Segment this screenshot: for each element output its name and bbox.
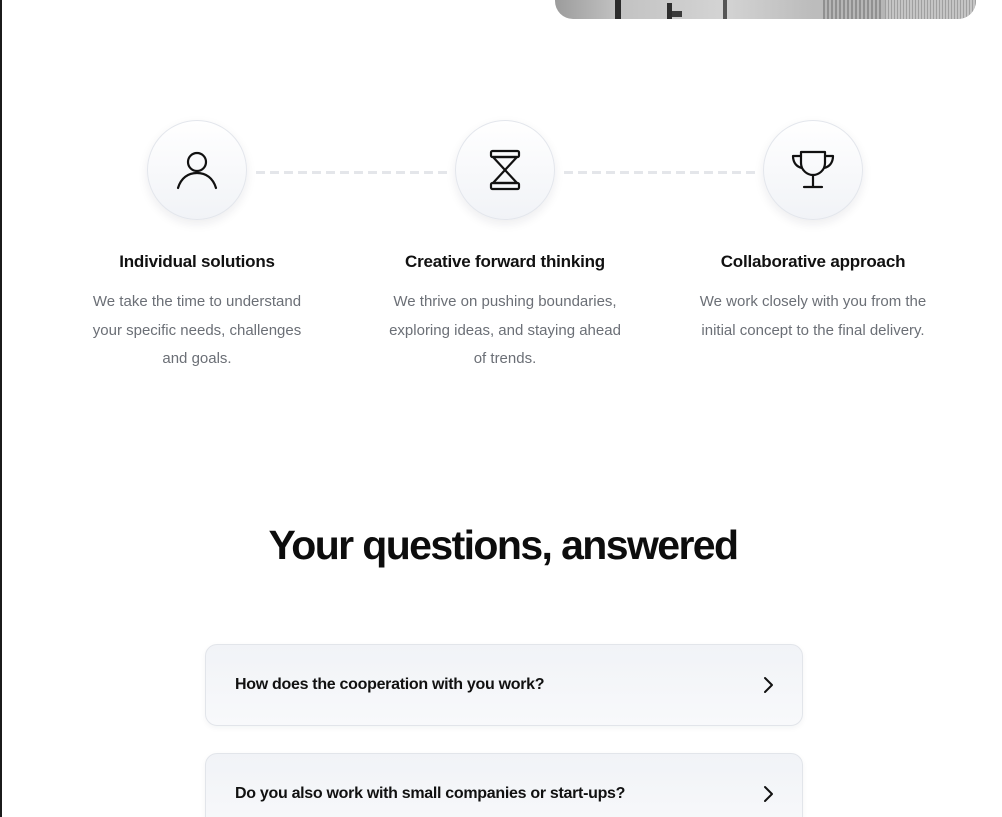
chevron-right-icon [764, 786, 773, 802]
feature-individual-solutions: Individual solutions We take the time to… [47, 120, 347, 374]
feature-description: We work closely with you from the initia… [699, 293, 927, 339]
feature-creative-forward-thinking: Creative forward thinking We thrive on p… [355, 120, 655, 374]
faq-item-small-companies[interactable]: Do you also work with small companies or… [205, 753, 803, 817]
faq-item-cooperation[interactable]: How does the cooperation with you work? [205, 644, 803, 726]
feature-icon-circle [147, 120, 247, 220]
page: Individual solutions We take the time to… [0, 0, 1002, 817]
hourglass-icon [489, 149, 521, 191]
feature-description: We thrive on pushing boundaries, explori… [389, 293, 621, 367]
feature-collaborative-approach: Collaborative approach We work closely w… [663, 120, 963, 345]
trophy-icon [791, 150, 835, 189]
feature-title: Individual solutions [119, 252, 275, 271]
faq-question: How does the cooperation with you work? [235, 676, 545, 693]
feature-description: We take the time to understand your spec… [92, 293, 302, 367]
feature-title: Collaborative approach [720, 252, 906, 271]
feature-icon-circle [763, 120, 863, 220]
faq-heading: Your questions, answered [268, 522, 740, 568]
feature-icon-circle [455, 120, 555, 220]
user-icon [176, 151, 218, 190]
faq-question: Do you also work with small companies or… [235, 785, 626, 802]
hero-image [555, 0, 976, 19]
feature-title: Creative forward thinking [405, 252, 605, 271]
chevron-right-icon [764, 677, 773, 693]
